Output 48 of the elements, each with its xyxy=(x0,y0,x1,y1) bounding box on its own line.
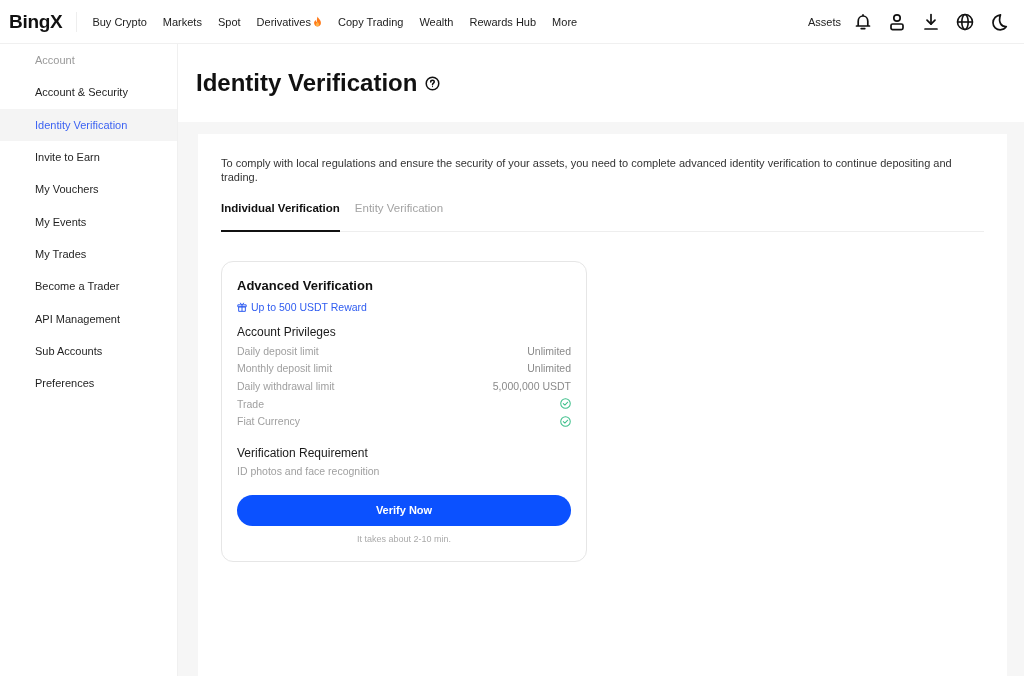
nav-link[interactable]: Derivatives xyxy=(256,13,322,30)
globe-icon[interactable] xyxy=(956,12,974,31)
sidebar-item[interactable]: My Trades xyxy=(0,237,177,271)
nav-link[interactable]: Rewards Hub xyxy=(469,13,537,30)
nav-link[interactable]: Markets xyxy=(162,13,202,30)
nav-link[interactable]: Wealth xyxy=(419,13,454,30)
sidebar-item[interactable]: Identity Verification xyxy=(0,108,177,141)
download-icon[interactable] xyxy=(922,12,940,31)
sidebar-item[interactable]: Invite to Earn xyxy=(0,140,177,174)
nav-link[interactable]: More xyxy=(552,13,578,30)
sidebar-item[interactable]: Sub Accounts xyxy=(0,334,177,367)
privilege-value: Unlimited xyxy=(527,361,571,376)
sidebar-item[interactable]: My Events xyxy=(0,205,177,238)
check-circle-icon xyxy=(560,415,571,427)
check-circle-icon xyxy=(560,398,571,410)
help-icon[interactable] xyxy=(425,75,441,91)
privilege-value: Unlimited xyxy=(527,343,571,358)
privilege-label: Daily withdrawal limit xyxy=(237,379,335,393)
requirement-text: ID photos and face recognition xyxy=(237,463,381,479)
page-title: Identity Verification xyxy=(196,68,418,98)
sidebar-item[interactable]: Account & Security xyxy=(0,76,177,109)
assets-link[interactable]: Assets xyxy=(808,13,841,30)
user-icon[interactable] xyxy=(888,12,906,31)
privilege-label: Daily deposit limit xyxy=(237,343,319,358)
tab[interactable]: Individual Verification xyxy=(221,200,340,232)
sidebar-heading: Account xyxy=(34,53,76,69)
card-title: Advanced Verification xyxy=(237,278,374,294)
nav-link[interactable]: Buy Crypto xyxy=(92,13,147,30)
privilege-label: Fiat Currency xyxy=(237,414,300,429)
sidebar-item[interactable]: My Vouchers xyxy=(0,173,177,206)
section-title: Account Privileges xyxy=(237,324,337,340)
moon-icon[interactable] xyxy=(990,12,1008,31)
privilege-label: Monthly deposit limit xyxy=(237,361,333,376)
time-note: It takes about 2-10 min. xyxy=(355,532,453,545)
sidebar-item[interactable]: API Management xyxy=(0,302,177,335)
notice-text: To comply with local regulations and ensure the security of your assets, you need to complete advanced identity verification to continue depositing and trading. xyxy=(221,156,953,184)
nav-link[interactable]: Copy Trading xyxy=(338,13,404,30)
verify-button[interactable]: Verify Now xyxy=(237,494,571,526)
privilege-value: 5,000,000 USDT xyxy=(492,379,571,393)
logo[interactable]: BingX xyxy=(9,10,63,33)
gift-icon xyxy=(237,302,247,312)
nav-link[interactable]: Spot xyxy=(217,13,241,30)
reward-link[interactable]: Up to 500 USDT Reward xyxy=(251,299,367,315)
section-title: Verification Requirement xyxy=(237,444,369,461)
sidebar-item[interactable]: Preferences xyxy=(0,366,177,400)
bell-icon[interactable] xyxy=(854,12,872,31)
sidebar-item[interactable]: Become a Trader xyxy=(0,270,177,303)
privilege-label: Trade xyxy=(237,396,265,411)
